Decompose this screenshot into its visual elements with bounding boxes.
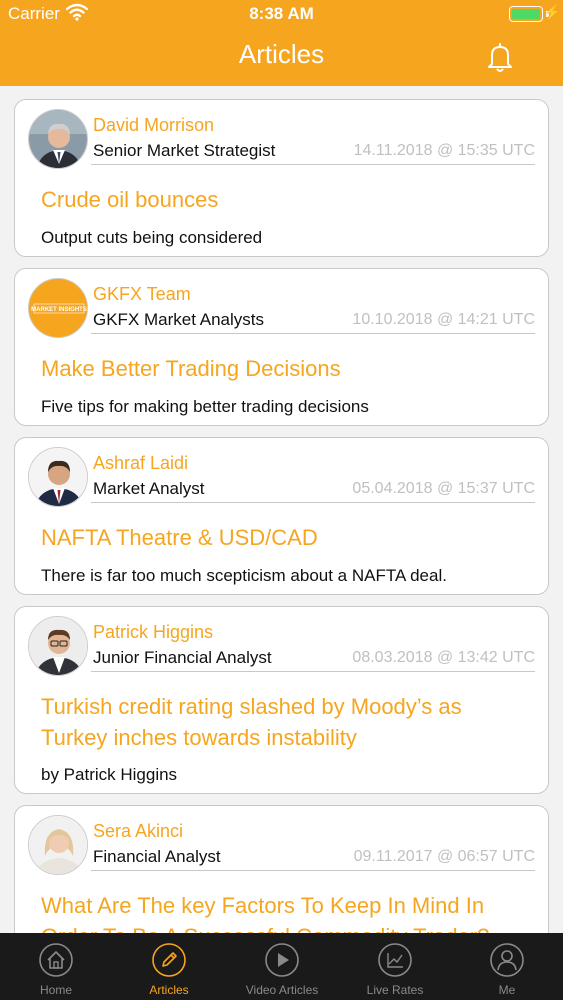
author-role: Financial Analyst: [93, 847, 221, 866]
home-icon: [39, 943, 73, 977]
play-icon: [265, 943, 299, 977]
battery-icon: [509, 6, 543, 22]
tab-label: Me: [498, 983, 516, 997]
article-title[interactable]: Make Better Trading Decisions: [41, 353, 508, 384]
author-name: Sera Akinci: [93, 821, 184, 841]
article-date: 14.11.2018 @ 15:35 UTC: [353, 142, 535, 159]
pencil-icon: [152, 943, 186, 977]
author-role: Market Analyst: [93, 479, 205, 498]
article-summary: Five tips for making better trading deci…: [41, 397, 369, 416]
article-summary: by Patrick Higgins: [41, 765, 178, 784]
tab-label: Live Rates: [366, 983, 424, 997]
author-role: Junior Financial Analyst: [93, 648, 272, 667]
tab-me[interactable]: Me: [451, 933, 563, 1000]
article-title[interactable]: NAFTA Theatre & USD/CAD: [41, 522, 508, 553]
status-bar: Carrier 8:38 AM ⚡: [0, 0, 563, 28]
status-time: 8:38 AM: [249, 4, 314, 23]
author-name: GKFX Team: [93, 284, 191, 304]
article-card[interactable]: MARKET INSIGHTS GKFX Team GKFX Market An…: [14, 268, 549, 426]
logo-text: MARKET INSIGHTS: [31, 307, 87, 313]
avatar: [28, 616, 88, 676]
tab-home[interactable]: Home: [0, 933, 112, 1000]
tab-articles[interactable]: Articles: [113, 933, 225, 1000]
page-title: Articles: [238, 39, 325, 69]
author-name: Ashraf Laidi: [93, 453, 189, 473]
article-title[interactable]: Turkish credit rating slashed by Moody’s…: [41, 691, 508, 753]
article-card[interactable]: David Morrison Senior Market Strategist …: [14, 99, 549, 257]
nav-bar: Articles: [0, 28, 563, 86]
tab-label: Articles: [149, 983, 189, 997]
tab-bar: Home Articles Video Articles Live Rates …: [0, 933, 563, 1000]
divider: [91, 870, 535, 871]
tab-video-articles[interactable]: Video Articles: [226, 933, 338, 1000]
article-title[interactable]: Crude oil bounces: [41, 184, 508, 215]
tab-live-rates[interactable]: Live Rates: [339, 933, 451, 1000]
author-role: GKFX Market Analysts: [93, 310, 264, 329]
avatar: MARKET INSIGHTS: [28, 278, 88, 338]
article-title[interactable]: What Are The key Factors To Keep In Mind…: [41, 890, 508, 933]
article-date: 10.10.2018 @ 14:21 UTC: [352, 311, 535, 328]
divider: [91, 164, 535, 165]
article-card[interactable]: Patrick Higgins Junior Financial Analyst…: [14, 606, 549, 794]
author-name: Patrick Higgins: [93, 622, 214, 642]
author-name: David Morrison: [93, 115, 215, 135]
article-date: 05.04.2018 @ 15:37 UTC: [352, 480, 535, 497]
divider: [91, 671, 535, 672]
avatar: [28, 447, 88, 507]
article-summary: There is far too much scepticism about a…: [41, 566, 447, 585]
tab-label: Video Articles: [245, 983, 319, 997]
avatar: [28, 109, 88, 169]
tab-label: Home: [39, 983, 72, 997]
chart-icon: [378, 943, 412, 977]
divider: [91, 333, 535, 334]
divider: [91, 502, 535, 503]
article-date: 08.03.2018 @ 13:42 UTC: [352, 649, 535, 666]
charging-icon: ⚡: [543, 4, 561, 20]
article-card[interactable]: Ashraf Laidi Market Analyst 05.04.2018 @…: [14, 437, 549, 595]
article-card[interactable]: Sera Akinci Financial Analyst 09.11.2017…: [14, 805, 549, 933]
bell-icon[interactable]: [483, 40, 517, 74]
articles-list[interactable]: David Morrison Senior Market Strategist …: [0, 86, 563, 933]
user-icon: [490, 943, 524, 977]
author-role: Senior Market Strategist: [93, 141, 276, 160]
avatar: [28, 815, 88, 875]
article-summary: Output cuts being considered: [41, 228, 263, 247]
article-date: 09.11.2017 @ 06:57 UTC: [353, 848, 535, 865]
